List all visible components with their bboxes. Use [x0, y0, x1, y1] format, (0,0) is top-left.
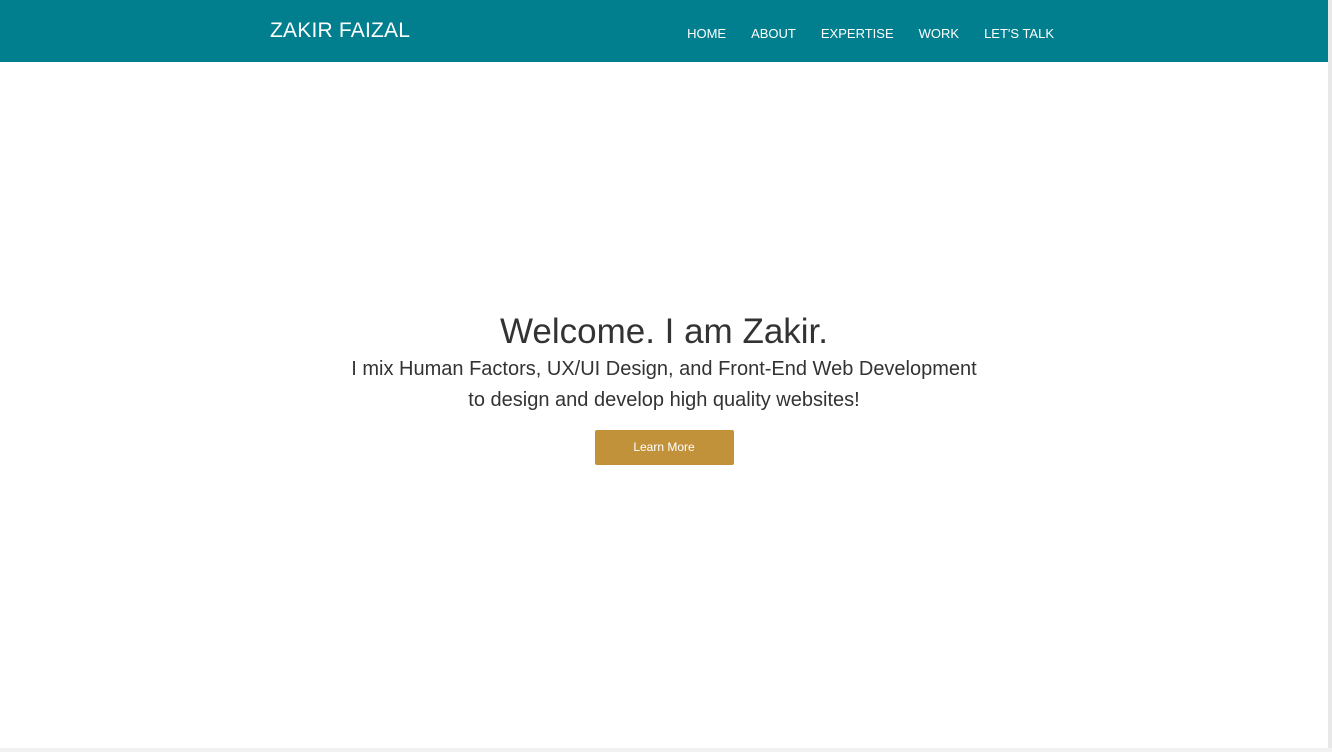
hero-description: I mix Human Factors, UX/UI Design, and F…: [0, 354, 1328, 416]
nav-link-work[interactable]: WORK: [919, 26, 959, 41]
hero-title: Welcome. I am Zakir.: [499, 312, 829, 351]
nav-item-about: ABOUT: [751, 25, 796, 43]
hero-section: Welcome. I am Zakir. I mix Human Factors…: [0, 310, 1328, 465]
portfolio-page: ZAKIR FAIZAL HOME ABOUT EXPERTISE WORK L…: [0, 0, 1332, 752]
nav-link-lets-talk[interactable]: LET'S TALK: [984, 26, 1054, 41]
brand-logo[interactable]: ZAKIR FAIZAL: [270, 18, 410, 44]
nav-link-expertise[interactable]: EXPERTISE: [821, 26, 894, 41]
page-bottom-edge: [0, 748, 1332, 752]
site-header: ZAKIR FAIZAL HOME ABOUT EXPERTISE WORK L…: [0, 0, 1328, 62]
nav-item-lets-talk: LET'S TALK: [984, 25, 1054, 43]
hero-description-line-2: to design and develop high quality websi…: [468, 389, 860, 411]
main-navigation: HOME ABOUT EXPERTISE WORK LET'S TALK: [687, 25, 1054, 43]
nav-item-expertise: EXPERTISE: [821, 25, 894, 43]
learn-more-button[interactable]: Learn More: [594, 430, 734, 465]
nav-link-about[interactable]: ABOUT: [751, 26, 796, 41]
page-scroll-edge: [1328, 0, 1332, 752]
hero-description-line-1: I mix Human Factors, UX/UI Design, and F…: [351, 358, 977, 380]
nav-item-home: HOME: [687, 25, 726, 43]
nav-item-work: WORK: [919, 25, 959, 43]
nav-link-home[interactable]: HOME: [687, 26, 726, 41]
